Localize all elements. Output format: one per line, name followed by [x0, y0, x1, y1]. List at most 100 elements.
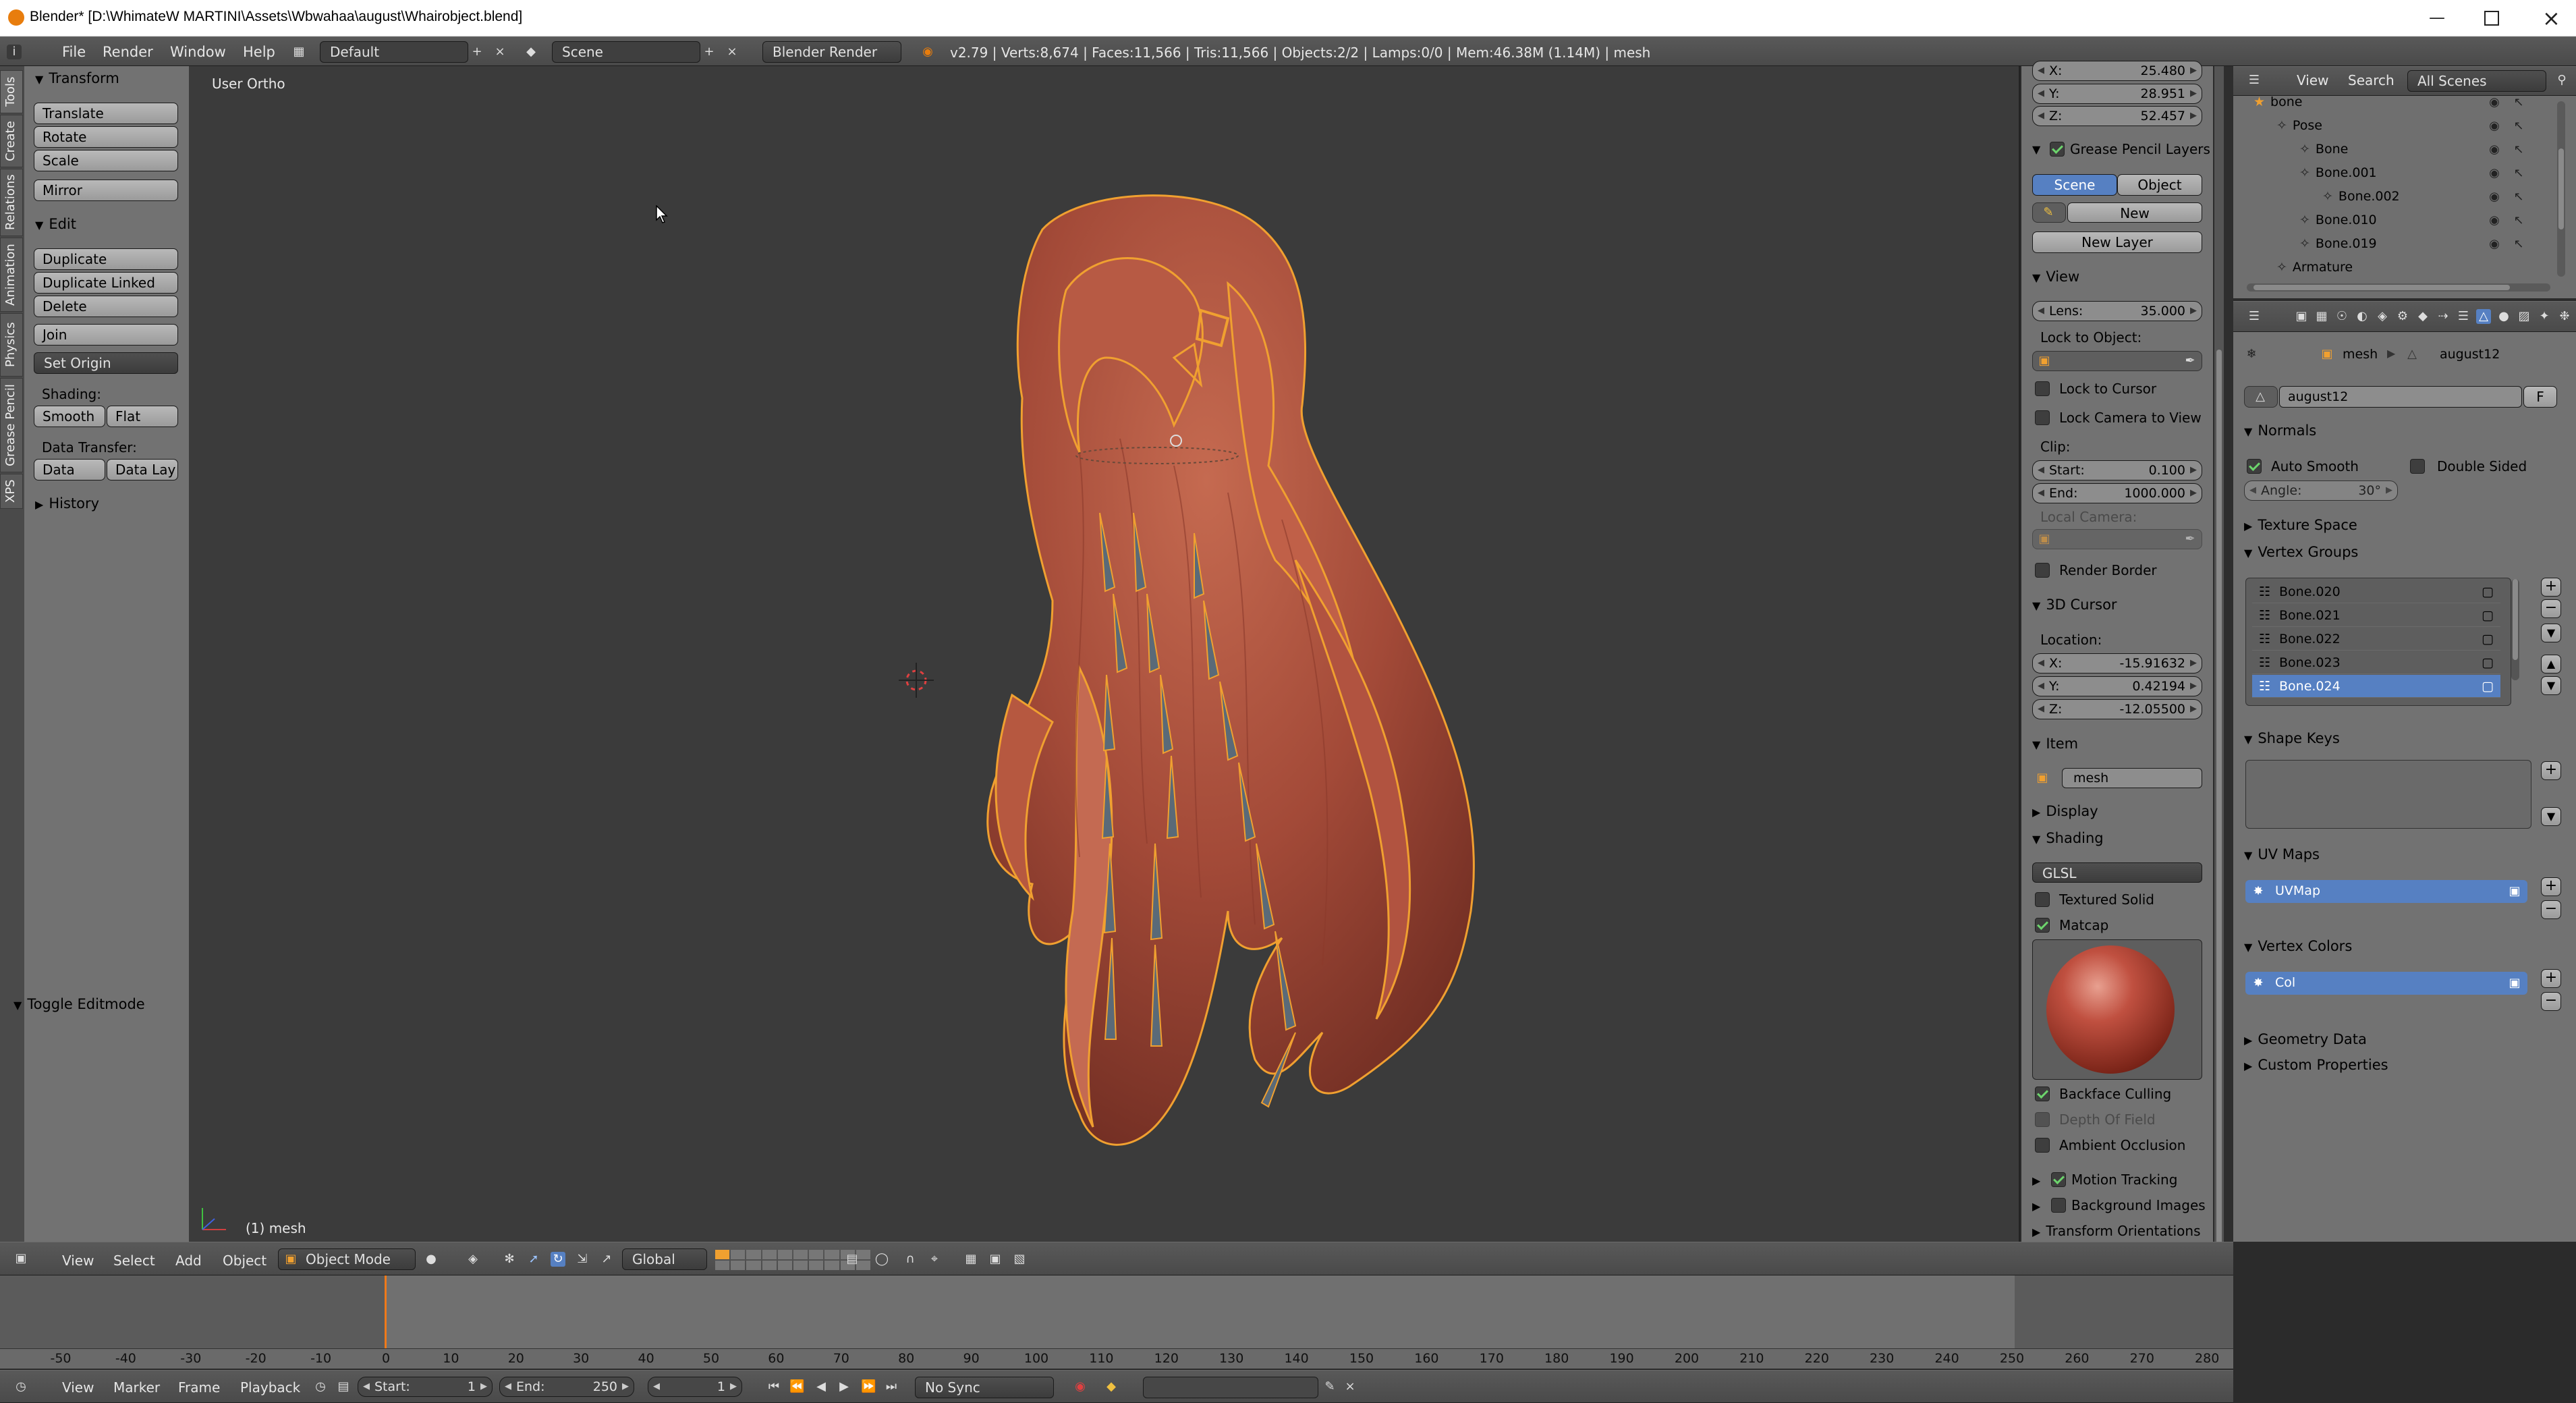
transform-panel-header[interactable]: ▼ Transform — [35, 70, 119, 86]
view3d-menu-object[interactable]: Object — [223, 1253, 267, 1269]
vertex-group-item[interactable]: ☷ Bone.024 ▢ — [2252, 675, 2500, 698]
uv-remove-button[interactable]: − — [2541, 900, 2561, 919]
timeline-playhead[interactable] — [385, 1275, 387, 1351]
eyedropper-icon[interactable]: ✒ — [2183, 532, 2197, 547]
fake-user-button[interactable]: F — [2523, 386, 2557, 408]
particles-tab-icon[interactable]: ✦ — [2537, 309, 2552, 324]
insert-keyframe-icon[interactable]: ✎ — [1322, 1379, 1337, 1394]
clip-start-field[interactable]: ◀ Start: 0.100 ▶ — [2032, 460, 2202, 480]
local-camera-field[interactable]: ▣ ✒ — [2032, 529, 2202, 549]
pivot-point-icon[interactable]: ◈ — [466, 1252, 480, 1267]
tab-animation[interactable]: Animation — [0, 238, 23, 312]
object-tab-icon[interactable]: ◈ — [2375, 309, 2390, 324]
gp-object-button[interactable]: Object — [2117, 174, 2202, 196]
motion-tracking-header[interactable]: ▶ — [2032, 1172, 2046, 1188]
properties-editor-icon[interactable]: ☰ — [2247, 309, 2262, 324]
opengl-render-icon[interactable]: ▣ — [988, 1252, 1003, 1267]
manipulator-toggle-icon[interactable]: ✻ — [502, 1252, 517, 1267]
material-tab-icon[interactable]: ● — [2496, 309, 2511, 324]
scene-dropdown[interactable]: Scene — [552, 41, 700, 63]
proportional-edit-icon[interactable]: ◯ — [874, 1252, 889, 1267]
grease-pencil-layers-checkbox[interactable] — [2050, 142, 2065, 157]
tab-physics[interactable]: Physics — [0, 313, 23, 377]
vertex-group-item[interactable]: ☷ Bone.020 ▢ — [2252, 580, 2500, 603]
gp-new-button[interactable]: New — [2067, 202, 2202, 223]
shape-keys-header[interactable]: ▼ Shape Keys — [2244, 730, 2340, 746]
visibility-eye-icon[interactable]: ◉ — [2487, 213, 2502, 228]
timeline-menu-view[interactable]: View — [62, 1379, 94, 1396]
depth-of-field-checkbox[interactable] — [2035, 1112, 2050, 1127]
vertex-color-name[interactable]: Col — [2275, 975, 2295, 990]
vertex-group-item[interactable]: ☷ Bone.021 ▢ — [2252, 604, 2500, 627]
display-panel-header[interactable]: ▶ Display — [2032, 803, 2098, 819]
view3d-editor-icon[interactable]: ▣ — [13, 1251, 28, 1266]
screen-layout-dropdown[interactable]: Default — [320, 41, 468, 63]
close-icon[interactable]: × — [2542, 5, 2560, 31]
opengl-anim-icon[interactable]: ▧ — [1012, 1252, 1027, 1267]
shading-mode-dropdown[interactable]: GLSL — [2032, 862, 2202, 883]
outliner-editor-icon[interactable]: ☰ — [2247, 73, 2262, 88]
camera-icon[interactable]: ▣ — [2507, 976, 2522, 991]
gp-brush-slot[interactable]: ✎ — [2032, 202, 2066, 223]
maximize-icon[interactable] — [2484, 11, 2499, 26]
texture-tab-icon[interactable]: ▨ — [2517, 309, 2531, 324]
selectable-cursor-icon[interactable]: ↖ — [2511, 142, 2526, 157]
toggle-editmode-header[interactable]: ▼ Toggle Editmode — [13, 996, 145, 1012]
vertex-groups-header[interactable]: ▼ Vertex Groups — [2244, 544, 2358, 560]
outliner-row[interactable]: ★ bone — [2253, 94, 2302, 109]
visibility-eye-icon[interactable]: ◉ — [2487, 95, 2502, 110]
play-reverse-icon[interactable]: ◀ — [814, 1379, 829, 1394]
vertex-color-row[interactable]: ✸ Col ▣ — [2245, 972, 2527, 995]
mode-dropdown[interactable]: Object Mode — [278, 1248, 416, 1270]
tab-grease-pencil[interactable]: Grease Pencil — [0, 378, 23, 472]
remove-scene-icon[interactable]: × — [725, 45, 739, 59]
tab-tools[interactable]: Tools — [0, 70, 23, 113]
shape-key-specials-icon[interactable]: ▼ — [2541, 807, 2561, 826]
location-z-field[interactable]: ◀ Z: 52.457 ▶ — [2032, 106, 2202, 126]
outliner-hscrollbar[interactable] — [2247, 283, 2550, 292]
set-origin-dropdown[interactable]: Set Origin — [34, 352, 178, 374]
vertex-group-item[interactable]: ☷ Bone.022 ▢ — [2252, 628, 2500, 651]
vg-add-button[interactable]: + — [2541, 578, 2561, 597]
backface-culling-checkbox[interactable] — [2035, 1086, 2050, 1101]
data-button[interactable]: Data — [34, 459, 105, 480]
snap-element-icon[interactable]: ⌖ — [927, 1252, 942, 1267]
timeline-menu-marker[interactable]: Marker — [113, 1379, 160, 1396]
vc-add-button[interactable]: + — [2541, 969, 2561, 988]
render-engine-dropdown[interactable]: Blender Render — [762, 41, 901, 63]
current-frame-field[interactable]: ◀ 1 ▶ — [648, 1377, 742, 1397]
keying-set-field[interactable] — [1143, 1377, 1318, 1398]
view3d-menu-select[interactable]: Select — [113, 1253, 155, 1269]
lock-to-cursor-checkbox[interactable] — [2035, 381, 2050, 396]
menu-help[interactable]: Help — [243, 44, 275, 60]
location-y-field[interactable]: ◀ Y: 28.951 ▶ — [2032, 84, 2202, 104]
3d-cursor-panel-header[interactable]: ▼ 3D Cursor — [2032, 597, 2117, 613]
translate-manipulator-icon[interactable]: ➚ — [526, 1252, 541, 1267]
outliner-row[interactable]: ✧ Armature — [2276, 260, 2353, 275]
background-images-header[interactable]: ▶ — [2032, 1197, 2046, 1213]
minimize-icon[interactable]: — — [2429, 8, 2445, 27]
motion-tracking-checkbox[interactable] — [2051, 1172, 2066, 1187]
render-icon[interactable]: ▦ — [963, 1252, 978, 1267]
record-icon[interactable]: ◉ — [1073, 1379, 1088, 1394]
data-lay-button[interactable]: Data Lay — [107, 459, 178, 480]
physics-tab-icon[interactable]: ❉ — [2557, 309, 2572, 324]
outliner-row[interactable]: ✧ Pose — [2276, 118, 2322, 133]
tab-create[interactable]: Create — [0, 115, 23, 167]
auto-smooth-checkbox[interactable] — [2247, 459, 2262, 474]
vc-remove-button[interactable]: − — [2541, 992, 2561, 1011]
view-panel-header[interactable]: ▼ View — [2032, 269, 2079, 285]
transform-orientations-header[interactable]: ▶ Transform Orientations — [2032, 1223, 2200, 1239]
preview-range-icon[interactable]: ◷ — [313, 1379, 328, 1394]
outliner-row[interactable]: ✧ Bone — [2299, 142, 2348, 157]
mirror-button[interactable]: Mirror — [34, 180, 178, 201]
outliner-row[interactable]: ✧ Bone.019 — [2299, 236, 2377, 251]
uv-map-name[interactable]: UVMap — [2275, 883, 2320, 898]
add-screen-icon[interactable]: + — [470, 45, 484, 59]
lock-range-icon[interactable]: ▤ — [336, 1379, 351, 1394]
normals-panel-header[interactable]: ▼ Normals — [2244, 422, 2316, 439]
vertex-groups-scrollbar[interactable] — [2511, 579, 2519, 680]
rotate-button[interactable]: Rotate — [34, 126, 178, 148]
visibility-eye-icon[interactable]: ◉ — [2487, 119, 2502, 134]
data-link-tab-icon[interactable]: ⇢ — [2436, 309, 2451, 324]
